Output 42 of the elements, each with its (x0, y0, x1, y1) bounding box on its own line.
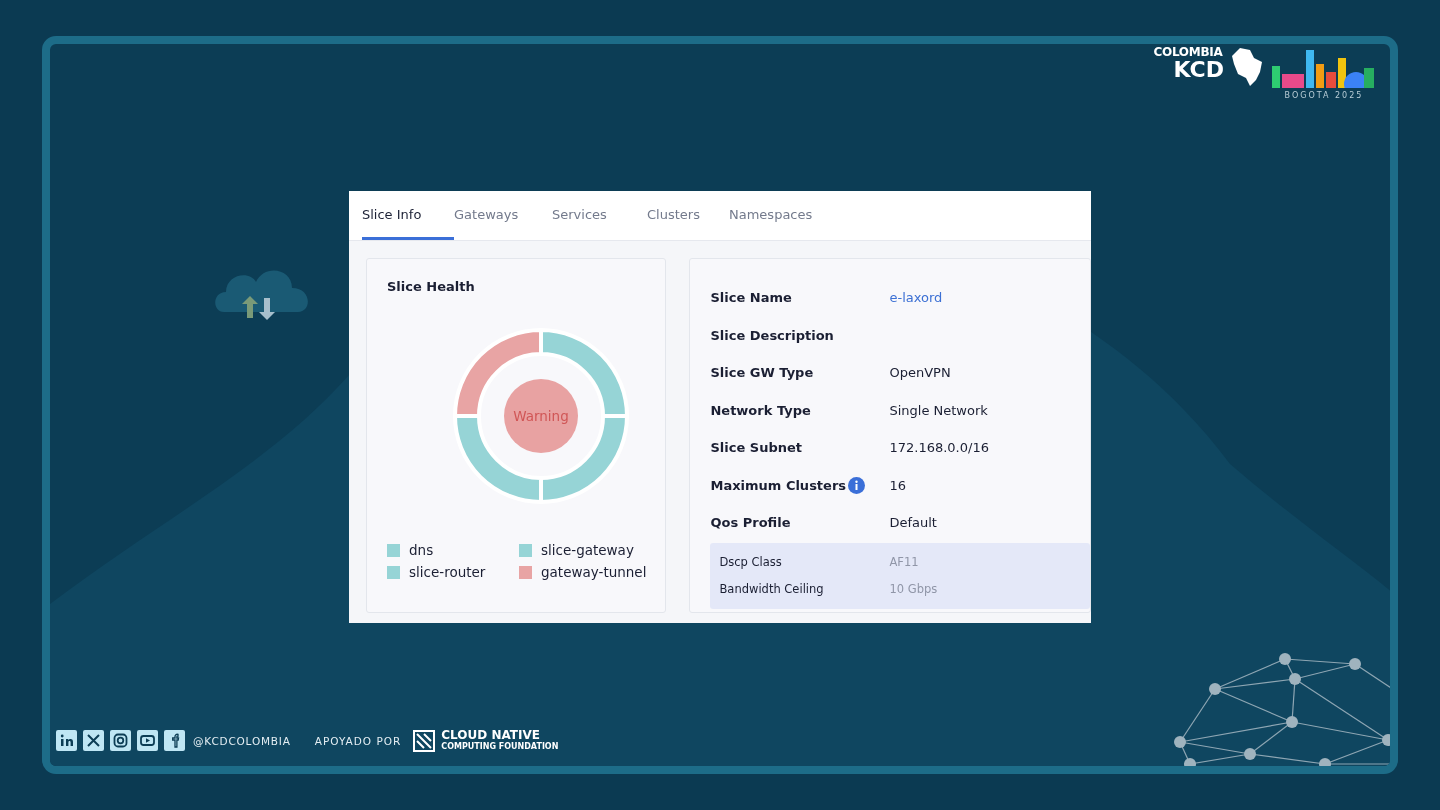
camera-icon[interactable] (110, 730, 131, 751)
map-icon (1230, 46, 1264, 88)
sponsor-name: CLOUD NATIVE (441, 729, 541, 742)
field-label: Slice Subnet (710, 440, 802, 456)
logo-subtitle: BOGOTA 2025 (1284, 91, 1364, 100)
field-label: Maximum Clusters (710, 477, 847, 493)
field-label: Qos Profile (710, 515, 791, 531)
social-handle: @KCDCOLOMBIA (193, 734, 291, 747)
qos-value: 10 Gbps (889, 582, 938, 596)
field-label: Network Type (710, 402, 811, 418)
logo-name: KCD (1173, 59, 1224, 81)
field-label: Slice GW Type (710, 365, 814, 381)
tab[interactable]: Namespaces (729, 191, 839, 240)
legend-label: slice-router (409, 564, 486, 580)
field-value: 16 (889, 477, 906, 493)
info-icon[interactable] (848, 476, 866, 494)
linkedin-icon[interactable] (56, 730, 77, 751)
field-label: Slice Description (710, 327, 834, 343)
tab[interactable]: Services (552, 191, 647, 240)
tab[interactable]: Slice Info (362, 191, 454, 240)
field-value: Default (889, 515, 937, 531)
field-value: 172.168.0.0/16 (889, 440, 989, 456)
qos-label: Dscp Class (719, 555, 783, 569)
supported-by-label: APOYADO POR (314, 734, 402, 747)
facebook-icon[interactable] (164, 730, 185, 751)
legend-label: slice-gateway (541, 542, 634, 558)
field-label: Slice Name (710, 290, 792, 306)
card-title: Slice Health (387, 279, 476, 294)
play-icon[interactable] (137, 730, 158, 751)
field-value: OpenVPN (889, 365, 951, 381)
sponsor-subtitle: COMPUTING FOUNDATION (441, 742, 559, 752)
x-icon[interactable] (83, 730, 104, 751)
status-label: Warning (513, 408, 569, 424)
legend-label: dns (409, 542, 434, 558)
tab[interactable]: Clusters (647, 191, 729, 240)
qos-label: Bandwidth Ceiling (719, 582, 825, 596)
qos-value: AF11 (889, 555, 919, 569)
field-value: Single Network (889, 402, 988, 418)
slice-name-link[interactable]: e-laxord (889, 290, 943, 306)
logo-title: COLOMBIA (1153, 46, 1223, 59)
tab[interactable]: Gateways (454, 191, 552, 240)
legend-label: gateway-tunnel (541, 564, 647, 580)
